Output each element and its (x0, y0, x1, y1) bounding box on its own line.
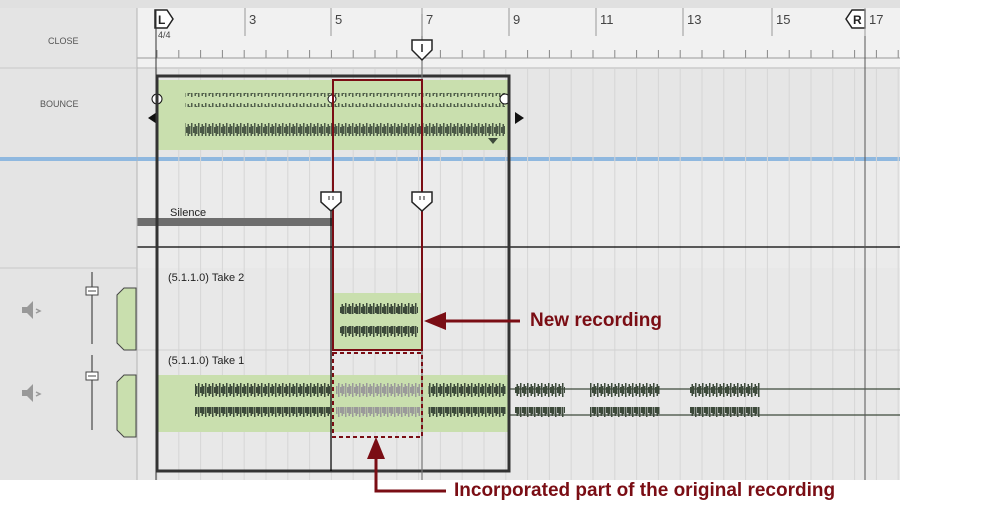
bar-number: 7 (426, 12, 433, 27)
bar-number: 17 (869, 12, 883, 27)
take2-label: (5.1.1.0) Take 2 (168, 272, 244, 284)
takes-lane (137, 268, 900, 480)
bar-number: 13 (687, 12, 701, 27)
sequencer-canvas: Silence (5.1.1.0) Take 2 (5.1.1.0) Take … (0, 0, 900, 480)
close-button-label: CLOSE (48, 36, 79, 46)
bar-number: 9 (513, 12, 520, 27)
bounce-track-label: BOUNCE (40, 99, 79, 109)
bar-number: 15 (776, 12, 790, 27)
take1-tab[interactable] (116, 374, 137, 438)
silence-bar (137, 218, 332, 226)
take1-label: (5.1.1.0) Take 1 (168, 355, 244, 367)
incorporated-callout: Incorporated part of the original record… (454, 480, 836, 501)
time-signature: 4/4 (158, 30, 171, 40)
silence-lane (137, 161, 900, 268)
bar-number: 11 (600, 12, 614, 27)
bar-number: 3 (249, 12, 256, 27)
bar-number: 5 (335, 12, 342, 27)
left-locator-label: L (158, 13, 165, 27)
sequencer-window: Silence (5.1.1.0) Take 2 (5.1.1.0) Take … (0, 0, 900, 480)
silence-label: Silence (170, 207, 206, 219)
new-recording-callout: New recording (530, 310, 662, 331)
right-locator-label: R (853, 13, 862, 27)
take2-tab[interactable] (116, 287, 137, 351)
